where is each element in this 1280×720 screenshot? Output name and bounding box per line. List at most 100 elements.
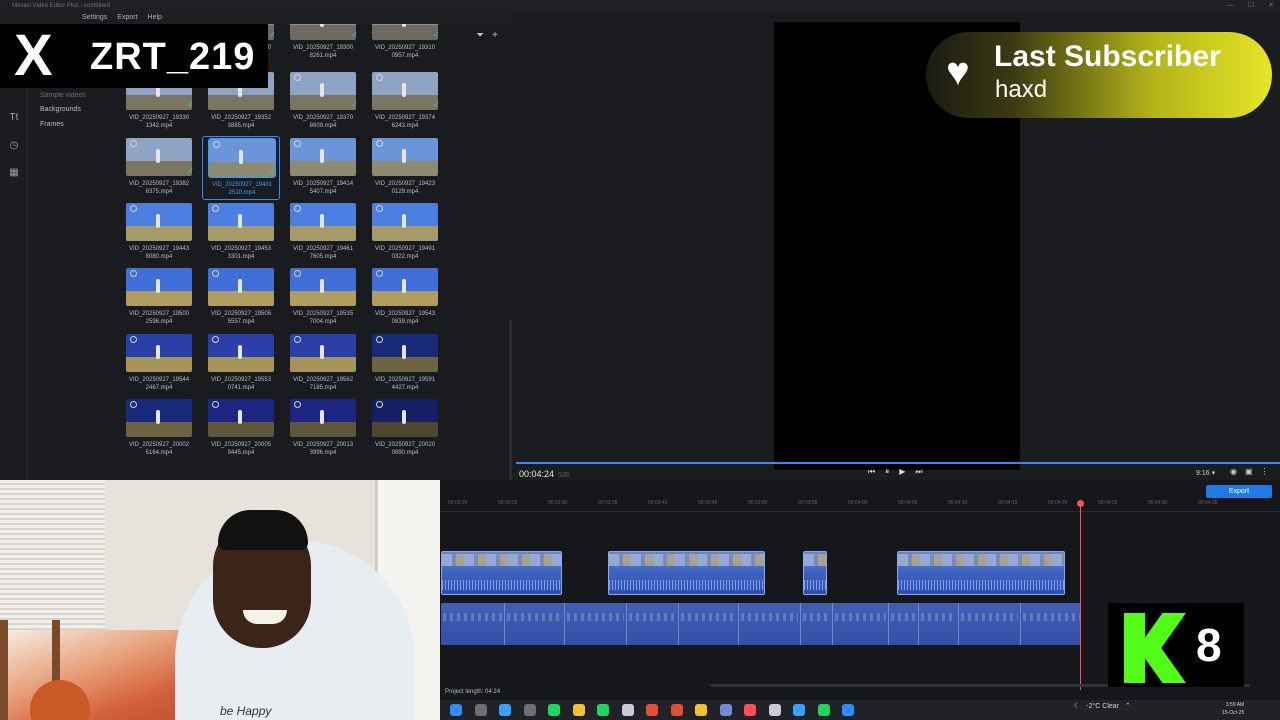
timeline-segment[interactable]: [739, 603, 801, 645]
media-tile[interactable]: VID_20250927_19553 0741.mp4: [202, 332, 280, 396]
media-tile[interactable]: VID_20250927_20002 5164.mp4: [120, 397, 198, 461]
select-radio-icon[interactable]: [376, 205, 383, 212]
category-backgrounds[interactable]: Backgrounds: [40, 106, 81, 113]
taskbar-app-icon[interactable]: [744, 704, 756, 716]
media-tile[interactable]: VID_20250927_20013 3996.mp4: [284, 397, 362, 461]
taskbar-app-icon[interactable]: [646, 704, 658, 716]
timeline-segment[interactable]: [441, 603, 505, 645]
aspect-ratio-select[interactable]: 9:16 ▾: [1196, 469, 1215, 477]
media-tile[interactable]: VID_20250927_19423 0129.mp4: [366, 136, 444, 200]
close-icon[interactable]: ✕: [1268, 0, 1274, 12]
pause-icon[interactable]: ⏸: [885, 467, 889, 477]
timeline-segment[interactable]: [959, 603, 1021, 645]
playback-progress[interactable]: [516, 462, 1280, 464]
timeline-ruler[interactable]: 00:03:20 00:03:25 00:03:30 00:03:35 00:03:40…: [440, 500, 1280, 512]
timeline-segment[interactable]: [565, 603, 627, 645]
timeline-clip[interactable]: [897, 551, 1065, 595]
media-tile[interactable]: VID_20250927_20005 9445.mp4: [202, 397, 280, 461]
filter-icon[interactable]: ⏷: [476, 30, 484, 41]
menu-help[interactable]: Help: [148, 12, 162, 24]
timeline-clip[interactable]: [803, 551, 827, 595]
volume-icon[interactable]: ◉: [1230, 467, 1237, 476]
taskbar-app-icon[interactable]: [597, 704, 609, 716]
taskbar-app-icon[interactable]: [499, 704, 511, 716]
weather-icon[interactable]: ☾: [1074, 702, 1080, 710]
media-tile[interactable]: VID_20250927_20020 0890.mp4: [366, 397, 444, 461]
media-tile[interactable]: VID_20250927_19461 7605.mp4: [284, 201, 362, 265]
media-tile[interactable]: ✓ VID_20250927_19374 6243.mp4: [366, 70, 444, 134]
media-tile[interactable]: VID_20250927_19505 5557.mp4: [202, 266, 280, 330]
select-radio-icon[interactable]: [294, 140, 301, 147]
category-frames[interactable]: Frames: [40, 121, 64, 128]
taskbar-app-icon[interactable]: [842, 704, 854, 716]
taskbar-app-icon[interactable]: [793, 704, 805, 716]
media-tile[interactable]: VID_20250927_19491 0322.mp4: [366, 201, 444, 265]
snapshot-icon[interactable]: ▣: [1245, 467, 1253, 476]
media-tile[interactable]: VID_20250927_19500 2596.mp4: [120, 266, 198, 330]
media-tile[interactable]: VID_20250927_19443 8080.mp4: [120, 201, 198, 265]
taskbar-app-icon[interactable]: [768, 704, 781, 716]
play-icon[interactable]: ▶: [899, 467, 905, 477]
timeline-clip[interactable]: [608, 551, 765, 595]
select-radio-icon[interactable]: [130, 140, 137, 147]
category-sample-videos[interactable]: Sample videos: [40, 92, 86, 99]
taskbar-app-icon[interactable]: [670, 704, 683, 716]
select-radio-icon[interactable]: [130, 205, 137, 212]
menu-settings[interactable]: Settings: [82, 12, 107, 24]
text-tool-icon[interactable]: Tt: [8, 112, 20, 124]
select-radio-icon[interactable]: [294, 205, 301, 212]
select-radio-icon[interactable]: [294, 336, 301, 343]
media-tile[interactable]: VID_20250927_19535 7004.mp4: [284, 266, 362, 330]
media-tile[interactable]: VID_20250927_19591 4427.mp4: [366, 332, 444, 396]
timeline-segment[interactable]: [679, 603, 739, 645]
media-tile[interactable]: ✓ VID_20250927_19401 2510.mp4: [202, 136, 280, 200]
select-radio-icon[interactable]: [376, 401, 383, 408]
timeline-segment[interactable]: [919, 603, 959, 645]
playhead-handle[interactable]: [1077, 500, 1084, 507]
media-tile[interactable]: ✓ VID_20250927_19370 8609.mp4: [284, 70, 362, 134]
select-radio-icon[interactable]: [130, 336, 137, 343]
add-media-button[interactable]: +: [492, 30, 498, 41]
timeline-segment[interactable]: [833, 603, 889, 645]
media-tile[interactable]: VID_20250927_19453 3301.mp4: [202, 201, 280, 265]
skip-forward-icon[interactable]: ⏭: [915, 467, 922, 477]
select-radio-icon[interactable]: [130, 401, 137, 408]
media-tile[interactable]: VID_20250927_19544 2467.mp4: [120, 332, 198, 396]
select-radio-icon[interactable]: [212, 401, 219, 408]
timeline-clip[interactable]: [441, 551, 562, 595]
taskbar-app-icon[interactable]: [572, 704, 585, 716]
taskbar-clock[interactable]: 3:59 AM 15-Oct-25: [1222, 701, 1244, 717]
select-radio-icon[interactable]: [130, 270, 137, 277]
select-radio-icon[interactable]: [376, 74, 383, 81]
select-radio-icon[interactable]: [294, 401, 301, 408]
media-tile[interactable]: VID_20250927_19562 7185.mp4: [284, 332, 362, 396]
select-radio-icon[interactable]: [212, 270, 219, 277]
weather-text[interactable]: -2°C Clear: [1086, 703, 1119, 710]
select-radio-icon[interactable]: [212, 336, 219, 343]
taskbar-app-icon[interactable]: [548, 704, 560, 716]
timeline-segment[interactable]: [505, 603, 565, 645]
select-radio-icon[interactable]: [212, 205, 219, 212]
menu-export[interactable]: Export: [117, 12, 137, 24]
skip-back-icon[interactable]: ⏮: [868, 467, 875, 477]
taskbar-app-icon[interactable]: [523, 704, 536, 716]
export-button[interactable]: Export: [1206, 485, 1272, 498]
maximize-icon[interactable]: ☐: [1248, 0, 1254, 12]
taskbar-app-icon[interactable]: [719, 704, 732, 716]
select-radio-icon[interactable]: [376, 270, 383, 277]
select-radio-icon[interactable]: [376, 140, 383, 147]
tray-chevron-icon[interactable]: ⌃: [1125, 702, 1131, 710]
taskbar-app-icon[interactable]: [695, 704, 707, 716]
taskbar-app-icon[interactable]: [450, 704, 462, 716]
playhead[interactable]: [1080, 500, 1081, 690]
media-tile[interactable]: ✓ VID_20250927_19310 0957.mp4: [366, 24, 444, 64]
minimize-icon[interactable]: —: [1227, 0, 1234, 12]
media-tile[interactable]: ✓ VID_20250927_19300 8261.mp4: [284, 24, 362, 64]
timeline-segment[interactable]: [889, 603, 919, 645]
media-tile[interactable]: VID_20250927_19543 0839.mp4: [366, 266, 444, 330]
sticker-tool-icon[interactable]: ◷: [8, 140, 20, 152]
taskbar-app-icon[interactable]: [621, 704, 634, 716]
more-options-icon[interactable]: ⋮: [1261, 467, 1269, 476]
media-tile[interactable]: VID_20250927_19414 5407.mp4: [284, 136, 362, 200]
timeline-segment[interactable]: [627, 603, 679, 645]
